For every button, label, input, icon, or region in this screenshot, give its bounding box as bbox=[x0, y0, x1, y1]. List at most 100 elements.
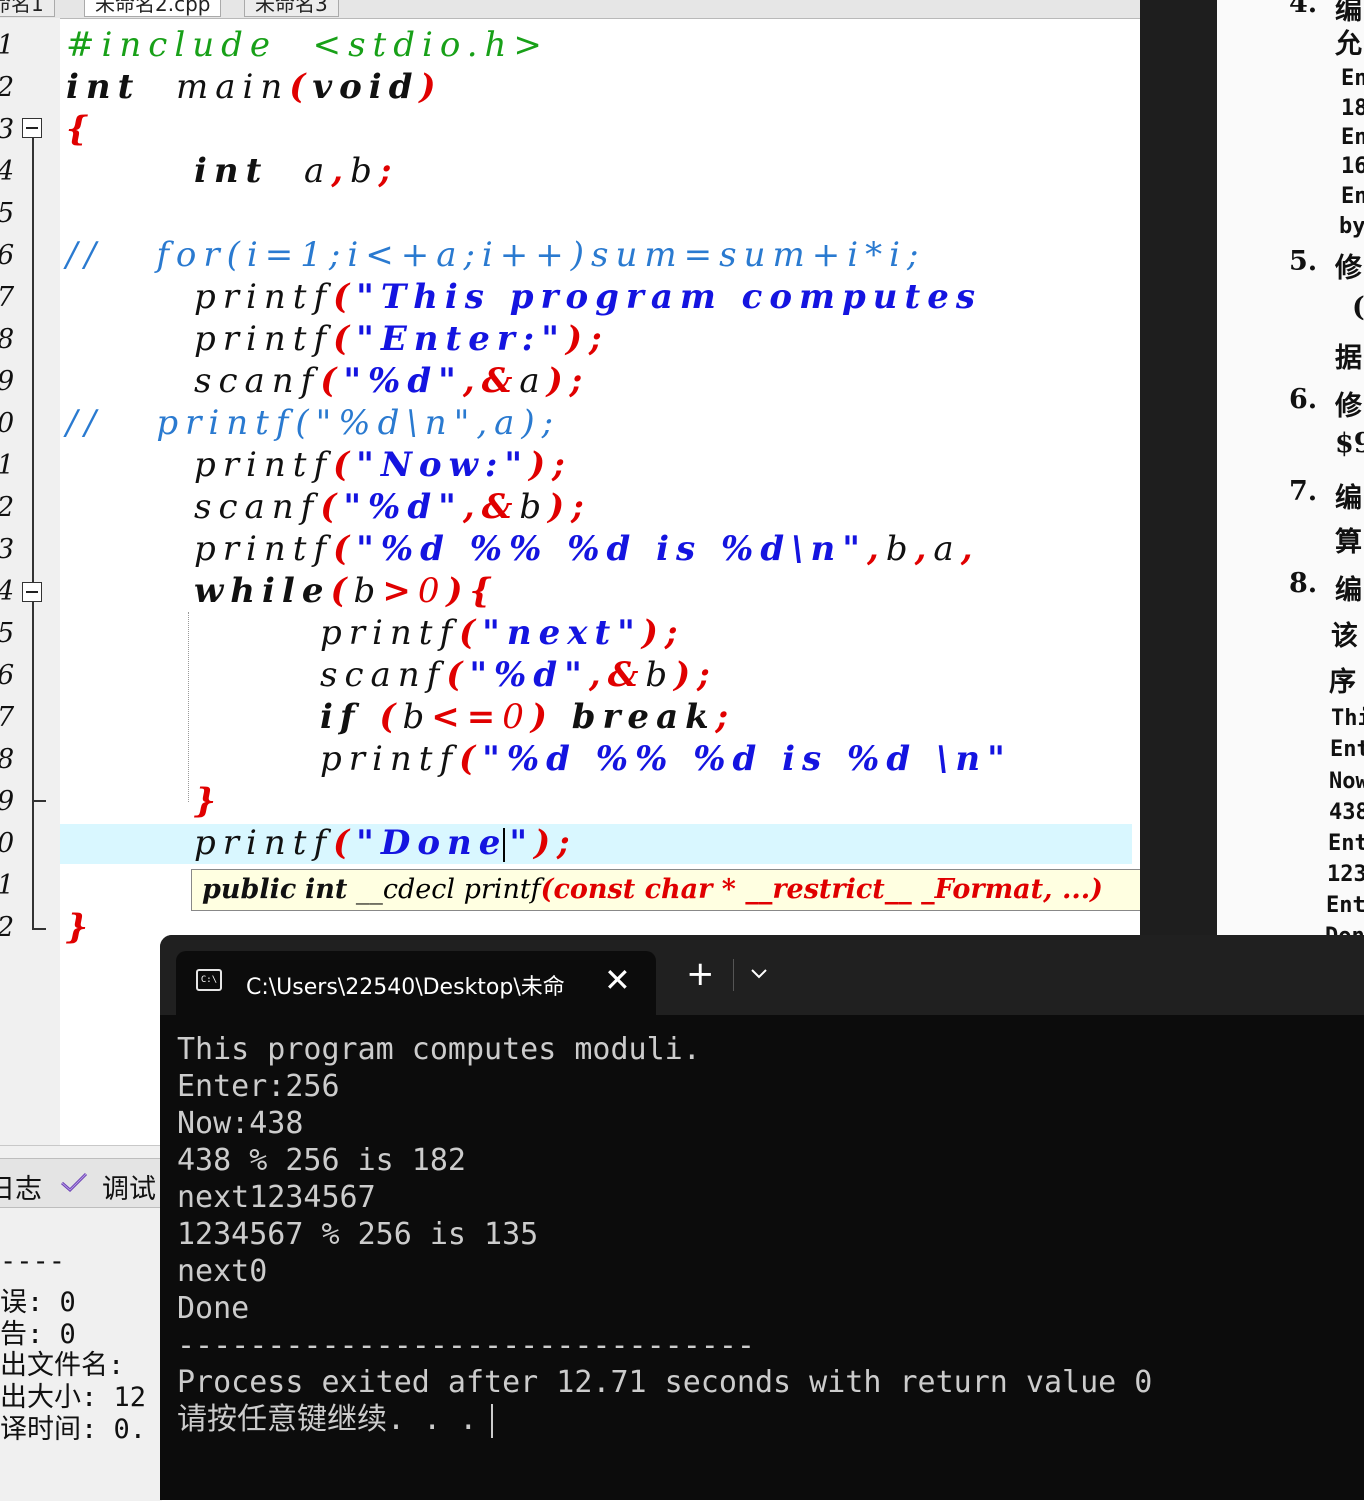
line-number: 3 bbox=[0, 109, 19, 151]
fold-end-while bbox=[32, 800, 46, 802]
terminal-tab-title: C:\Users\22540\Desktop\未命 bbox=[246, 975, 565, 1000]
fold-guide bbox=[32, 138, 34, 586]
panel-tab-bar: 日志 调试 bbox=[0, 1158, 162, 1208]
terminal-tab[interactable]: C:\ C:\Users\22540\Desktop\未命 ✕ bbox=[176, 951, 656, 1015]
doc-text: 编 bbox=[1335, 483, 1362, 514]
line-number: 3 bbox=[0, 529, 19, 571]
doc-text: 修 bbox=[1335, 253, 1362, 284]
compile-log-panel: 日志 调试 ---- 误: 0 告: 0 出文件名: 出大小: 12 译时间: … bbox=[0, 1145, 162, 1501]
terminal-prompt-line: 请按任意键继续. . . bbox=[177, 1401, 1357, 1438]
line-number: 4 bbox=[0, 571, 19, 613]
tab-close-button[interactable]: ✕ bbox=[604, 961, 631, 999]
doc-sample-output: 438 bbox=[1329, 800, 1364, 825]
press-any-key-prompt: 请按任意键继续. . . bbox=[177, 1402, 478, 1437]
doc-text: 修 bbox=[1335, 391, 1362, 422]
line-number: 2 bbox=[0, 907, 19, 949]
tab-debug[interactable]: 调试 bbox=[102, 1167, 156, 1206]
doc-text: 允 bbox=[1335, 29, 1362, 60]
doc-sample-output: Now bbox=[1329, 769, 1364, 794]
line-number: 8 bbox=[0, 319, 19, 361]
code-line-9: scanf("%d",&a); bbox=[194, 361, 590, 401]
line-number: 1 bbox=[0, 25, 19, 67]
line-number: 9 bbox=[0, 361, 19, 403]
terminal-line: Process exited after 12.71 seconds with … bbox=[177, 1365, 1153, 1400]
code-line-19: } bbox=[194, 781, 223, 821]
line-number: 0 bbox=[0, 823, 19, 865]
fold-guide bbox=[32, 602, 34, 928]
terminal-line: 1234567 % 256 is 135 bbox=[177, 1217, 539, 1252]
line-number: 2 bbox=[0, 67, 19, 109]
titlebar-divider bbox=[733, 959, 734, 991]
doc-text: 算 bbox=[1335, 527, 1362, 558]
new-tab-button[interactable]: + bbox=[686, 957, 715, 991]
code-line-4: int a,b; bbox=[194, 151, 399, 191]
code-line-11: printf("Now:"); bbox=[194, 445, 572, 485]
exercise-number: 4. bbox=[1289, 0, 1318, 19]
doc-text: ( bbox=[1352, 292, 1364, 323]
chevron-down-icon[interactable] bbox=[748, 963, 770, 985]
terminal-titlebar[interactable]: C:\ C:\Users\22540\Desktop\未命 ✕ + bbox=[160, 935, 1364, 1015]
file-tab-strip: 未命名1 未命名2.cpp 未命名3 bbox=[0, 0, 1140, 19]
terminal-line: next0 bbox=[177, 1254, 268, 1289]
code-line-15: printf("next"); bbox=[320, 613, 685, 653]
terminal-line: Done bbox=[177, 1291, 250, 1326]
doc-sample-output: En bbox=[1341, 125, 1364, 150]
file-tab-unnamed2[interactable]: 未命名2.cpp bbox=[84, 0, 222, 17]
exercise-number: 7. bbox=[1289, 476, 1318, 507]
line-number-gutter: 1 2 3 4 5 6 7 8 9 0 1 2 3 4 5 6 7 8 9 0 … bbox=[0, 18, 60, 1145]
doc-sample-output: 16 bbox=[1341, 154, 1364, 179]
doc-sample-output: En bbox=[1341, 184, 1364, 209]
fold-toggle-while[interactable] bbox=[22, 582, 42, 602]
terminal-output[interactable]: This program computes moduli. Enter:256 … bbox=[177, 1031, 1357, 1438]
code-line-7: printf("This program computes bbox=[194, 277, 982, 317]
code-line-12: scanf("%d",&b); bbox=[194, 487, 591, 527]
code-line-8: printf("Enter:"); bbox=[194, 319, 609, 359]
line-number: 4 bbox=[0, 151, 19, 193]
line-number: 7 bbox=[0, 697, 19, 739]
line-number: 5 bbox=[0, 613, 19, 655]
code-line-16: scanf("%d",&b); bbox=[320, 655, 717, 695]
text-caret bbox=[503, 828, 506, 862]
doc-sample-output: 123 bbox=[1327, 862, 1364, 887]
terminal-line: -------------------------------- bbox=[177, 1328, 755, 1363]
fold-end-main bbox=[32, 928, 46, 930]
terminal-line: Enter:256 bbox=[177, 1069, 340, 1104]
doc-text: 编 bbox=[1335, 575, 1362, 606]
doc-sample-output: Ent bbox=[1330, 737, 1364, 762]
doc-sample-output: Ent bbox=[1326, 893, 1364, 918]
doc-sample-output: 18 bbox=[1341, 96, 1364, 121]
terminal-window[interactable]: C:\ C:\Users\22540\Desktop\未命 ✕ + This p… bbox=[160, 935, 1364, 1500]
fold-toggle-main[interactable] bbox=[22, 118, 42, 138]
code-line-2: int main(void) bbox=[66, 67, 443, 107]
doc-sample-output: Thi bbox=[1331, 706, 1364, 731]
compile-log-line: 译时间: 0. bbox=[0, 1414, 147, 1445]
doc-text: 序 bbox=[1329, 667, 1356, 698]
line-number: 6 bbox=[0, 655, 19, 697]
line-number: 9 bbox=[0, 781, 19, 823]
code-line-13: printf("%d %% %d is %d\n",b,a, bbox=[194, 529, 980, 569]
line-number: 1 bbox=[0, 865, 19, 907]
line-number: 2 bbox=[0, 487, 19, 529]
function-signature-tooltip: public int __cdecl printf(const char * _… bbox=[191, 869, 1197, 911]
doc-text: 据 bbox=[1335, 343, 1362, 374]
code-line-10-comment: // printf("%d\n",a); bbox=[66, 403, 561, 443]
file-tab-unnamed3[interactable]: 未命名3 bbox=[244, 0, 339, 17]
doc-text: $9 bbox=[1335, 428, 1364, 459]
exercise-number: 5. bbox=[1289, 246, 1318, 277]
code-line-17: if (b<=0) break; bbox=[320, 697, 736, 737]
terminal-line: This program computes moduli. bbox=[177, 1032, 701, 1067]
code-line-14: while(b>0){ bbox=[194, 571, 499, 611]
terminal-line: next1234567 bbox=[177, 1180, 376, 1215]
line-number: 7 bbox=[0, 277, 19, 319]
doc-sample-output: Don bbox=[1325, 924, 1364, 935]
check-icon bbox=[61, 1172, 88, 1193]
exercise-number: 8. bbox=[1289, 568, 1318, 599]
command-prompt-icon: C:\ bbox=[196, 969, 222, 991]
doc-sample-output: Ent bbox=[1328, 831, 1364, 856]
exercise-document: 4. 编 允 En 18 En 16 En by 5. 修 ( 据 6. 修 $… bbox=[1217, 0, 1364, 935]
code-line-18: printf("%d %% %d is %d \n" bbox=[320, 739, 1012, 779]
file-tab-unnamed1[interactable]: 未命名1 bbox=[0, 0, 55, 17]
tab-compile-log[interactable]: 日志 bbox=[0, 1167, 42, 1206]
code-line-1: #include <stdio.h> bbox=[66, 25, 549, 65]
background-window bbox=[1140, 0, 1217, 935]
